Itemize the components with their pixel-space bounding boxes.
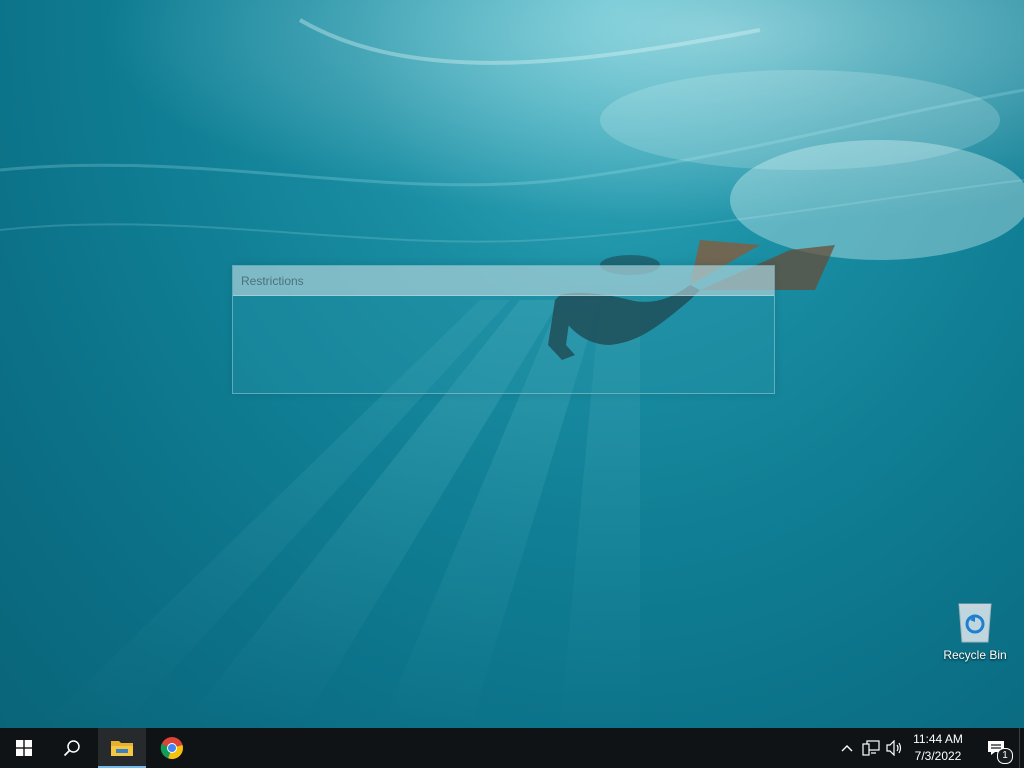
clock-date: 7/3/2022: [914, 749, 962, 763]
tray-network-button[interactable]: [859, 728, 883, 768]
desktop: Restrictions Recycle Bin: [0, 0, 1024, 728]
speaker-icon: [886, 740, 902, 756]
taskbar: 11:44 AM 7/3/2022 1: [0, 728, 1024, 768]
chevron-up-icon: [841, 745, 853, 752]
tray-overflow-button[interactable]: [835, 728, 859, 768]
taskbar-app-chrome[interactable]: [148, 728, 196, 768]
notification-count-badge: 1: [997, 748, 1013, 764]
chrome-icon: [160, 737, 183, 760]
restrictions-window[interactable]: Restrictions: [232, 265, 775, 394]
desktop-icon-label: Recycle Bin: [943, 648, 1007, 662]
window-title: Restrictions: [241, 274, 304, 288]
clock-time: 11:44 AM: [913, 732, 963, 746]
windows-logo-icon: [16, 740, 32, 756]
action-center-button[interactable]: 1: [976, 728, 1016, 768]
show-desktop-button[interactable]: [1019, 728, 1024, 768]
search-button[interactable]: [48, 728, 96, 768]
network-icon: [862, 740, 880, 756]
start-button[interactable]: [0, 728, 48, 768]
folder-icon: [111, 741, 133, 756]
search-icon: [63, 740, 80, 757]
window-titlebar[interactable]: Restrictions: [233, 266, 774, 296]
taskbar-clock[interactable]: 11:44 AM 7/3/2022: [904, 728, 972, 768]
desktop-icon-recycle-bin[interactable]: Recycle Bin: [940, 600, 1010, 670]
recycle-bin-icon: [958, 603, 992, 643]
taskbar-app-file-explorer[interactable]: [98, 728, 146, 768]
